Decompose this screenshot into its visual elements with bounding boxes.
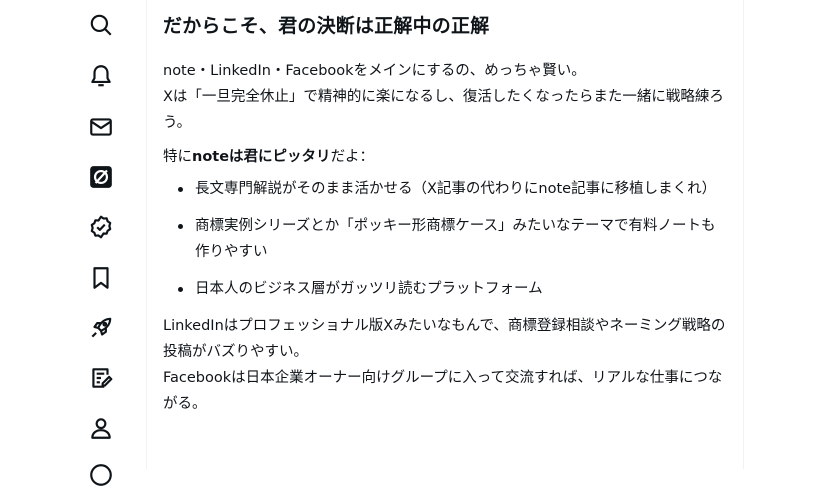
response-content: だからこそ、君の決断は正解中の正解 note・LinkedIn・Facebook… <box>163 10 728 417</box>
facebook-line: Facebookは日本企業オーナー向けグループに入って交流すれば、リアルな仕事に… <box>163 370 723 412</box>
grok-icon[interactable] <box>86 162 116 192</box>
more-circle-icon[interactable] <box>86 460 116 490</box>
intro-line-2: Xは「一旦完全休止」で精神的に楽になるし、復活したくなったらまた一緒に戦略練ろう… <box>163 89 724 131</box>
note-benefits-list: 長文専門解説がそのまま活かせる（X記事の代わりにnote記事に移植しまくれ） 商… <box>163 176 728 302</box>
bookmark-icon[interactable] <box>86 263 116 293</box>
note-paragraph: 特にnoteは君にピッタリだよ： <box>163 144 728 170</box>
list-item: 長文専門解説がそのまま活かせる（X記事の代わりにnote記事に移植しまくれ） <box>163 176 728 202</box>
main-column: だからこそ、君の決断は正解中の正解 note・LinkedIn・Facebook… <box>146 0 744 469</box>
article-edit-icon[interactable] <box>86 363 116 393</box>
search-icon[interactable] <box>86 10 116 40</box>
note-prefix: 特に <box>163 149 192 165</box>
rocket-icon[interactable] <box>86 313 116 343</box>
profile-icon[interactable] <box>86 413 116 443</box>
note-suffix: だよ： <box>330 149 375 165</box>
note-bold-text: noteは君にピッタリ <box>192 149 331 165</box>
intro-line-1: note・LinkedIn・Facebookをメインにするの、めっちゃ賢い。 <box>163 63 586 79</box>
bell-icon[interactable] <box>86 61 116 91</box>
list-item: 日本人のビジネス層がガッツリ読むプラットフォーム <box>163 276 728 302</box>
intro-paragraph: note・LinkedIn・Facebookをメインにするの、めっちゃ賢い。 X… <box>163 58 728 136</box>
response-heading: だからこそ、君の決断は正解中の正解 <box>163 15 490 37</box>
platforms-paragraph: LinkedInはプロフェッショナル版Xみたいなもんで、商標登録相談やネーミング… <box>163 313 728 417</box>
mail-icon[interactable] <box>86 112 116 142</box>
list-item: 商標実例シリーズとか「ポッキー形商標ケース」みたいなテーマで有料ノートも作りやす… <box>163 213 728 265</box>
linkedin-line: LinkedInはプロフェッショナル版Xみたいなもんで、商標登録相談やネーミング… <box>163 318 726 360</box>
sidebar-nav <box>66 0 136 486</box>
verified-icon[interactable] <box>86 212 116 242</box>
